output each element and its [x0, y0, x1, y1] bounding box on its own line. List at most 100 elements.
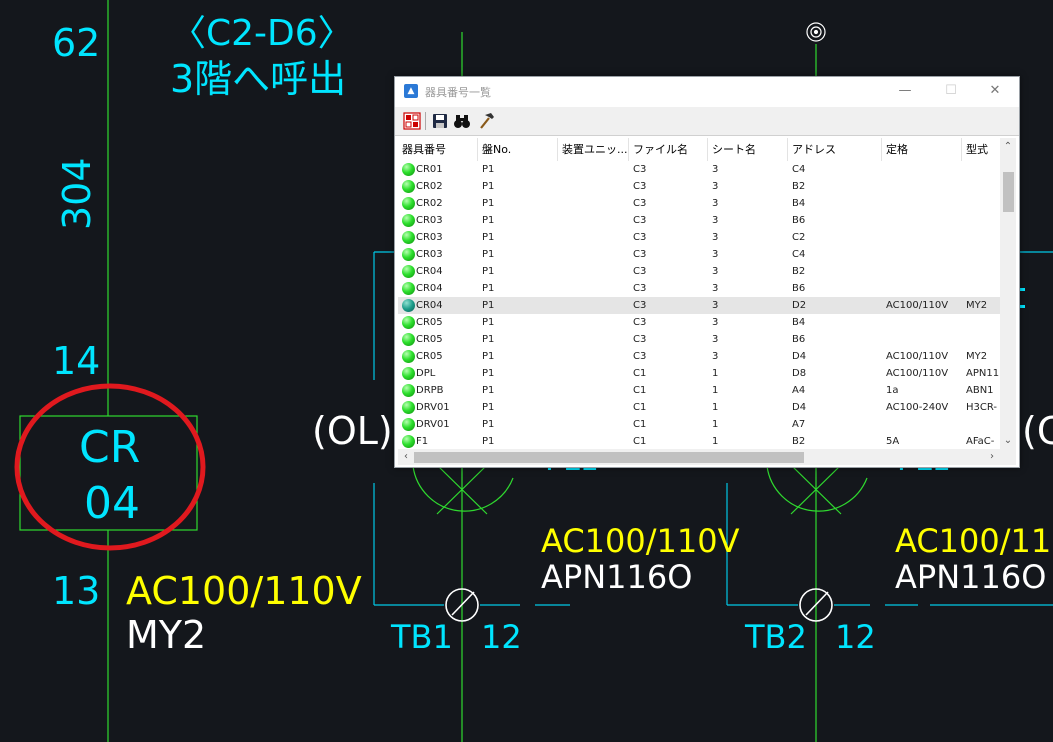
scroll-right-icon[interactable]: › — [984, 449, 1000, 465]
status-dot-icon — [402, 299, 415, 312]
status-dot-icon — [402, 214, 415, 227]
lamp-2-model: APN116O — [895, 558, 1046, 596]
vertical-scrollbar[interactable]: ⌃ ⌄ — [1000, 138, 1016, 449]
terminal-tb1-number: 12 — [481, 618, 522, 656]
file-name-cell: C1 — [633, 368, 647, 379]
column-header-unit[interactable]: 装置ユニッ... — [558, 138, 629, 161]
table-row[interactable]: DRV01 P1 C1 1 A7 — [398, 416, 1000, 433]
model-cell — [962, 280, 1000, 297]
scroll-up-icon[interactable]: ⌃ — [1000, 138, 1016, 155]
scroll-down-icon[interactable]: ⌄ — [1000, 432, 1016, 449]
table-row[interactable]: CR04 P1 C3 3 B2 — [398, 263, 1000, 280]
table-row[interactable]: CR03 P1 C3 3 C2 — [398, 229, 1000, 246]
unit-cell — [558, 416, 629, 433]
binoculars-icon[interactable] — [453, 112, 471, 130]
rating-cell — [882, 229, 962, 246]
horizontal-scrollbar[interactable]: ‹ › — [398, 449, 1000, 465]
unit-cell — [558, 229, 629, 246]
wire-number-304: 304 — [55, 157, 99, 230]
grid-select-icon[interactable] — [403, 112, 421, 130]
horizontal-scroll-thumb[interactable] — [414, 452, 804, 463]
sheet-name-cell: 3 — [712, 215, 719, 226]
table-row[interactable]: CR05 P1 C3 3 B4 — [398, 314, 1000, 331]
device-number-cell: DPL — [416, 368, 436, 379]
device-list-table[interactable]: 器具番号 盤No. 装置ユニッ... ファイル名 シート名 アドレス 定格 型式… — [398, 138, 1000, 449]
device-number-cell: CR04 — [416, 266, 443, 277]
resize-grip-icon[interactable] — [1000, 449, 1016, 465]
table-row[interactable]: CR03 P1 C3 3 B6 — [398, 212, 1000, 229]
table-row[interactable]: CR05 P1 C3 3 B6 — [398, 331, 1000, 348]
minimize-button[interactable]: — — [883, 77, 927, 105]
column-header-rating[interactable]: 定格 — [882, 138, 962, 161]
address-cell: C2 — [792, 232, 806, 243]
vertical-scroll-thumb[interactable] — [1003, 172, 1014, 212]
hammer-icon[interactable] — [477, 112, 495, 130]
wire-number-62: 62 — [52, 21, 100, 65]
file-name-cell: C3 — [633, 249, 647, 260]
unit-cell — [558, 161, 629, 178]
table-row[interactable]: CR03 P1 C3 3 C4 — [398, 246, 1000, 263]
status-dot-icon — [402, 231, 415, 244]
lamp-2-voltage: AC100/110V — [895, 522, 1053, 560]
status-dot-icon — [402, 163, 415, 176]
close-button[interactable]: ✕ — [973, 77, 1017, 105]
terminal-tb1-label: TB1 — [390, 618, 453, 656]
title-bar[interactable]: ▲ 器具番号一覧 — ☐ ✕ — [395, 77, 1019, 105]
table-row[interactable]: F1 P1 C1 1 B2 5A AFaC- — [398, 433, 1000, 449]
table-row[interactable]: DRV01 P1 C1 1 D4 AC100-240V H3CR- — [398, 399, 1000, 416]
maximize-button[interactable]: ☐ — [929, 77, 973, 105]
connection-point-symbol — [806, 22, 826, 42]
address-cell: B4 — [792, 317, 806, 328]
unit-cell — [558, 246, 629, 263]
column-header-file-name[interactable]: ファイル名 — [629, 138, 708, 161]
status-dot-icon — [402, 435, 415, 448]
table-row[interactable]: CR04 P1 C3 3 D2 AC100/110V MY2 — [398, 297, 1000, 314]
overload-label-right: (C — [1022, 409, 1053, 453]
column-header-model[interactable]: 型式 — [962, 138, 1000, 161]
unit-cell — [558, 348, 629, 365]
model-cell — [962, 416, 1000, 433]
table-row[interactable]: DRPB P1 C1 1 A4 1a ABN1 — [398, 382, 1000, 399]
column-header-panel-no[interactable]: 盤No. — [478, 138, 558, 161]
column-header-sheet-name[interactable]: シート名 — [708, 138, 788, 161]
device-number-cell: CR05 — [416, 334, 443, 345]
status-dot-icon — [402, 350, 415, 363]
table-row[interactable]: CR04 P1 C3 3 B6 — [398, 280, 1000, 297]
file-name-cell: C3 — [633, 198, 647, 209]
toolbar-separator — [425, 112, 426, 130]
terminal-tb2-label: TB2 — [744, 618, 807, 656]
device-number-cell: CR03 — [416, 249, 443, 260]
panel-no-cell: P1 — [482, 436, 495, 447]
panel-no-cell: P1 — [482, 164, 495, 175]
lamp-1-voltage: AC100/110V — [541, 522, 740, 560]
scroll-left-icon[interactable]: ‹ — [398, 449, 414, 465]
unit-cell — [558, 195, 629, 212]
table-row[interactable]: DPL P1 C1 1 D8 AC100/110V APN11 — [398, 365, 1000, 382]
save-icon[interactable] — [431, 112, 449, 130]
sheet-name-cell: 1 — [712, 368, 719, 379]
device-list-window[interactable]: ▲ 器具番号一覧 — ☐ ✕ 器具番号 盤No. 装置ユニッ... ファイル名 … — [394, 76, 1020, 468]
table-row[interactable]: CR02 P1 C3 3 B4 — [398, 195, 1000, 212]
panel-no-cell: P1 — [482, 249, 495, 260]
column-header-device-number[interactable]: 器具番号 — [398, 138, 478, 161]
address-cell: C4 — [792, 249, 806, 260]
address-cell: D4 — [792, 351, 807, 362]
sheet-name-cell: 3 — [712, 164, 719, 175]
panel-no-cell: P1 — [482, 334, 495, 345]
table-row[interactable]: CR02 P1 C3 3 B2 — [398, 178, 1000, 195]
rating-cell — [882, 416, 962, 433]
device-number-cell: CR05 — [416, 351, 443, 362]
status-dot-icon — [402, 265, 415, 278]
address-cell: C4 — [792, 164, 806, 175]
model-cell — [962, 263, 1000, 280]
device-number-cell: DRV01 — [416, 419, 450, 430]
sheet-name-cell: 3 — [712, 283, 719, 294]
column-header-address[interactable]: アドレス — [788, 138, 882, 161]
rating-cell: AC100/110V — [886, 351, 949, 362]
table-row[interactable]: CR05 P1 C3 3 D4 AC100/110V MY2 — [398, 348, 1000, 365]
model-cell — [962, 331, 1000, 348]
file-name-cell: C1 — [633, 419, 647, 430]
table-row[interactable]: CR01 P1 C3 3 C4 — [398, 161, 1000, 178]
rating-cell — [882, 212, 962, 229]
unit-cell — [558, 433, 629, 449]
